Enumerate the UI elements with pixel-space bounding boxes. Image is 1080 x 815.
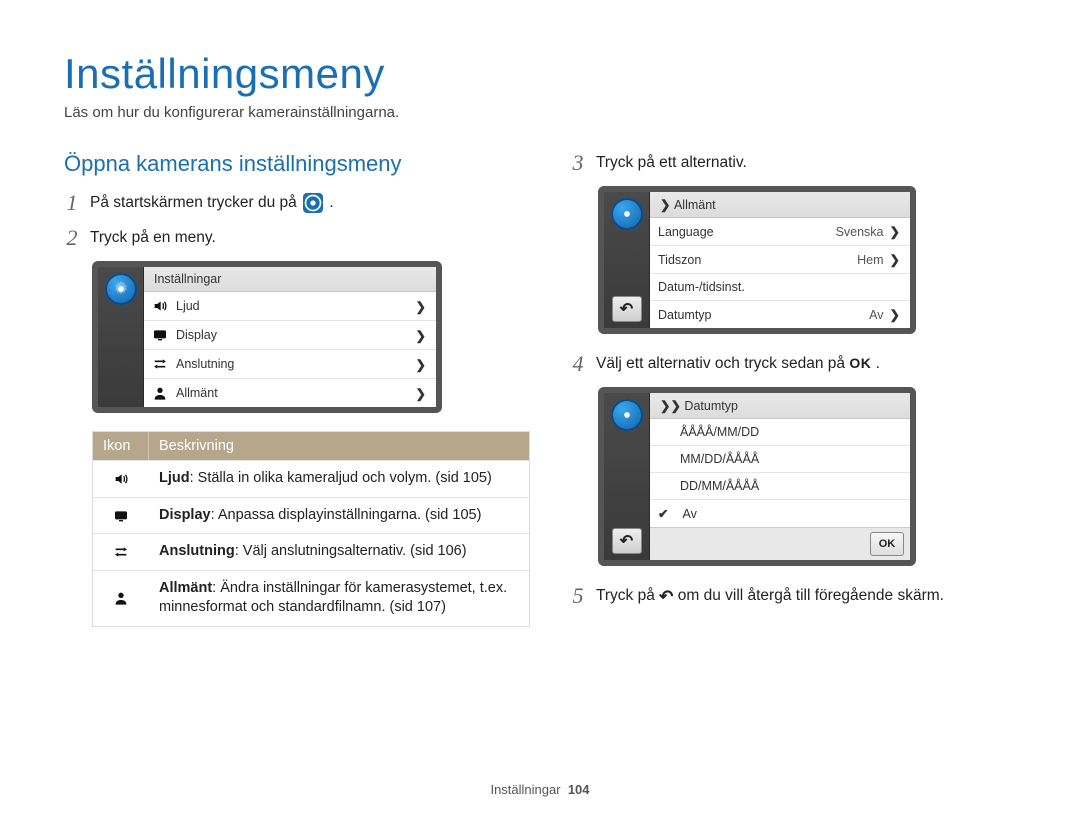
option-label: MM/DD/ÅÅÅÅ <box>680 452 759 466</box>
settings-row-value: Svenska <box>836 225 884 239</box>
right-column: 3 Tryck på ett alternativ. ↶ ❯ Allmänt <box>570 151 1020 627</box>
step-2: 2 Tryck på en meny. <box>64 226 530 249</box>
table-row: Anslutning: Välj anslutningsalternativ. … <box>93 533 529 570</box>
step-1: 1 På startskärmen trycker du på . <box>64 191 530 214</box>
check-icon: ✔ <box>658 506 668 521</box>
step-5: 5 Tryck på ↶ om du vill återgå till före… <box>570 584 1020 609</box>
th-desc: Beskrivning <box>149 432 529 460</box>
icon-description-table: Ikon Beskrivning Ljud: Ställa in olika k… <box>92 431 530 627</box>
desc-bold: Anslutning <box>159 543 235 559</box>
step5-text-post: om du vill återgå till föregående skärm. <box>678 587 944 604</box>
step-3: 3 Tryck på ett alternativ. <box>570 151 1020 174</box>
menu-row-label: Anslutning <box>176 357 234 371</box>
page-title: Inställningsmeny <box>64 50 1020 98</box>
display-icon <box>113 508 129 524</box>
gear-icon <box>105 273 137 305</box>
settings-row-value: Av <box>869 308 883 322</box>
settings-row-value: Hem <box>857 253 883 267</box>
chevron-right-icon: ❯ <box>890 224 900 239</box>
desc-bold: Display <box>159 507 211 523</box>
step-4: 4 Välj ett alternativ och tryck sedan på… <box>570 352 1020 375</box>
settings-row[interactable]: Tidszon Hem ❯ <box>650 246 910 274</box>
camera-screen-menu: Inställningar Ljud❯Display❯Anslutning❯Al… <box>92 261 442 413</box>
settings-row[interactable]: Language Svenska ❯ <box>650 218 910 246</box>
step1-text-post: . <box>329 194 333 211</box>
back-button[interactable]: ↶ <box>612 528 642 554</box>
menu-row-label: Display <box>176 328 217 342</box>
step3-text: Tryck på ett alternativ. <box>596 151 747 174</box>
settings-app-icon <box>303 193 323 213</box>
menu-row[interactable]: Ljud ❯ <box>144 292 436 321</box>
step-number: 4 <box>570 352 586 375</box>
chevron-right-icon: ❯ <box>416 328 426 343</box>
desc-text: : Anpassa displayinställningarna. (sid 1… <box>211 507 482 523</box>
section-subtitle: Öppna kamerans inställningsmeny <box>64 151 530 177</box>
back-button[interactable]: ↶ <box>612 296 642 322</box>
settings-row-label: Language <box>658 225 714 239</box>
step5-text-pre: Tryck på <box>596 587 659 604</box>
gear-icon <box>611 198 643 230</box>
settings-row-label: Datum-/tidsinst. <box>658 280 745 294</box>
option-row[interactable]: DD/MM/ÅÅÅÅ <box>650 473 910 500</box>
left-column: Öppna kamerans inställningsmeny 1 På sta… <box>64 151 530 627</box>
screen2-breadcrumb: ❯ Allmänt <box>650 192 910 218</box>
back-icon: ↶ <box>659 586 673 609</box>
menu-row[interactable]: Anslutning ❯ <box>144 350 436 379</box>
menu-row-label: Ljud <box>176 299 200 313</box>
step-number: 3 <box>570 151 586 174</box>
step4-text-pre: Välj ett alternativ och tryck sedan på <box>596 355 849 372</box>
option-row[interactable]: MM/DD/ÅÅÅÅ <box>650 446 910 473</box>
sound-icon <box>113 471 129 487</box>
desc-text: : Välj anslutningsalternativ. (sid 106) <box>235 543 467 559</box>
screen1-header: Inställningar <box>144 267 436 292</box>
camera-screen-general: ↶ ❯ Allmänt LanguageSvenska❯TidszonHem❯D… <box>598 186 916 334</box>
page-intro: Läs om hur du konfigurerar kamerainställ… <box>64 104 1020 121</box>
option-row[interactable]: ✔ Av <box>650 500 910 527</box>
chevron-right-icon: ❯ <box>890 252 900 267</box>
menu-row[interactable]: Allmänt ❯ <box>144 379 436 407</box>
option-label: DD/MM/ÅÅÅÅ <box>680 479 759 493</box>
menu-row[interactable]: Display ❯ <box>144 321 436 350</box>
screen3-breadcrumb: ❯❯ Datumtyp <box>650 393 910 419</box>
connect-icon <box>113 544 129 560</box>
option-label: ÅÅÅÅ/MM/DD <box>680 425 759 439</box>
chevron-right-icon: ❯ <box>890 307 900 322</box>
connect-icon <box>152 356 168 372</box>
desc-text: : Ändra inställningar för kamerasystemet… <box>159 580 507 616</box>
display-icon <box>152 327 168 343</box>
settings-row[interactable]: Datumtyp Av ❯ <box>650 301 910 328</box>
desc-bold: Ljud <box>159 470 190 486</box>
step-number: 1 <box>64 191 80 214</box>
step-number: 5 <box>570 584 586 607</box>
person-icon <box>152 385 168 401</box>
table-row: Display: Anpassa displayinställningarna.… <box>93 497 529 534</box>
camera-screen-datetype: ↶ ❯❯ Datumtyp ÅÅÅÅ/MM/DD MM/DD/ÅÅÅÅ DD/MM/… <box>598 387 916 566</box>
th-icon: Ikon <box>93 432 149 460</box>
desc-bold: Allmänt <box>159 580 212 596</box>
table-row: Ljud: Ställa in olika kameraljud och vol… <box>93 460 529 497</box>
menu-row-label: Allmänt <box>176 386 218 400</box>
gear-icon <box>611 399 643 431</box>
step4-text-post: . <box>876 355 880 372</box>
ok-button[interactable]: OK <box>870 532 904 556</box>
step1-text-pre: På startskärmen trycker du på <box>90 194 301 211</box>
chevron-right-icon: ❯ <box>416 357 426 372</box>
chevron-right-icon: ❯ <box>416 299 426 314</box>
table-row: Allmänt: Ändra inställningar för kameras… <box>93 570 529 626</box>
sound-icon <box>152 298 168 314</box>
option-row[interactable]: ÅÅÅÅ/MM/DD <box>650 419 910 446</box>
settings-row[interactable]: Datum-/tidsinst. <box>650 274 910 301</box>
ok-icon: OK <box>849 354 871 373</box>
person-icon <box>113 590 129 606</box>
settings-row-label: Tidszon <box>658 253 701 267</box>
settings-row-label: Datumtyp <box>658 308 712 322</box>
page-footer: Inställningar 104 <box>0 782 1080 797</box>
step-number: 2 <box>64 226 80 249</box>
desc-text: : Ställa in olika kameraljud och volym. … <box>190 470 492 486</box>
step2-text: Tryck på en meny. <box>90 226 216 249</box>
option-label: Av <box>682 507 696 521</box>
chevron-right-icon: ❯ <box>416 386 426 401</box>
